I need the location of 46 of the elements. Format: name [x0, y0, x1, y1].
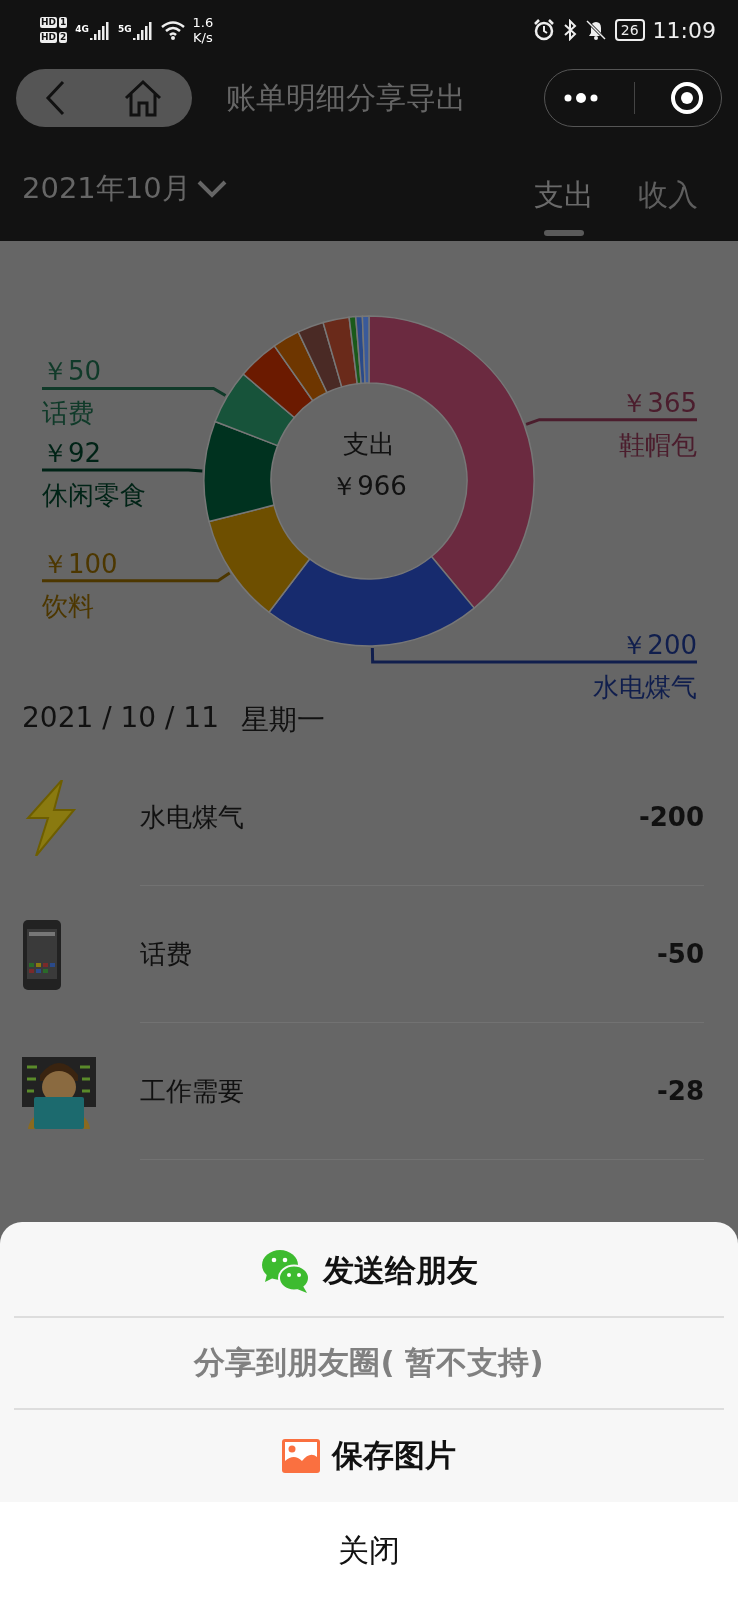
- network-type: 5G: [117, 24, 132, 34]
- slice-value: ￥92: [42, 438, 102, 469]
- category-name: 话费: [140, 937, 192, 971]
- phone-icon: [22, 918, 62, 991]
- chart-total: ￥966: [331, 471, 407, 501]
- wifi-icon: [160, 20, 185, 40]
- muted-bell-icon: [584, 19, 607, 41]
- amount: -28: [657, 1076, 704, 1106]
- person-laptop-icon: [22, 1054, 96, 1129]
- slice-label: 休闲零食: [42, 480, 146, 511]
- slice-value: ￥365: [621, 387, 697, 418]
- share-option[interactable]: 发送给朋友: [14, 1226, 724, 1318]
- network-speed: 1.6 K/s: [192, 15, 214, 45]
- slice-value: ￥200: [621, 629, 697, 660]
- clock: 11:09: [652, 17, 716, 43]
- slice-label: 水电煤气: [593, 671, 697, 701]
- slice-label: 话费: [42, 398, 94, 429]
- tab[interactable]: 收入: [638, 161, 698, 240]
- battery-level: 26: [614, 19, 645, 41]
- image-icon: [282, 1439, 320, 1473]
- alarm-icon: [532, 19, 555, 41]
- more-icon[interactable]: [562, 93, 599, 103]
- tab[interactable]: 支出: [534, 161, 594, 240]
- month-picker[interactable]: 2021年10月: [22, 168, 227, 209]
- slice-value: ￥100: [42, 548, 118, 579]
- slice-label: 鞋帽包: [619, 429, 697, 460]
- back-icon[interactable]: [45, 80, 65, 116]
- category-name: 工作需要: [140, 1074, 244, 1108]
- amount: -200: [638, 802, 704, 832]
- home-icon[interactable]: [123, 79, 163, 117]
- close-button[interactable]: 关闭: [0, 1502, 738, 1600]
- signal-icon: [132, 20, 153, 40]
- chat-bubbles-icon: [260, 1248, 311, 1294]
- chevron-down-icon: [196, 179, 227, 198]
- share-option[interactable]: 保存图片: [14, 1410, 724, 1502]
- network-type: 4G: [75, 24, 89, 34]
- date-heading: 2021 / 10 / 11: [22, 701, 219, 736]
- page-title: 账单明细分享导出: [226, 78, 467, 117]
- category-name: 水电煤气: [140, 800, 244, 834]
- slice-label: 饮料: [42, 590, 94, 621]
- bluetooth-icon: [562, 19, 577, 41]
- amount: -50: [657, 939, 704, 969]
- signal-icon: [89, 20, 110, 40]
- slice-value: ￥50: [42, 356, 102, 387]
- weekday: 星期一: [241, 702, 325, 738]
- chart-title: 支出: [343, 429, 395, 459]
